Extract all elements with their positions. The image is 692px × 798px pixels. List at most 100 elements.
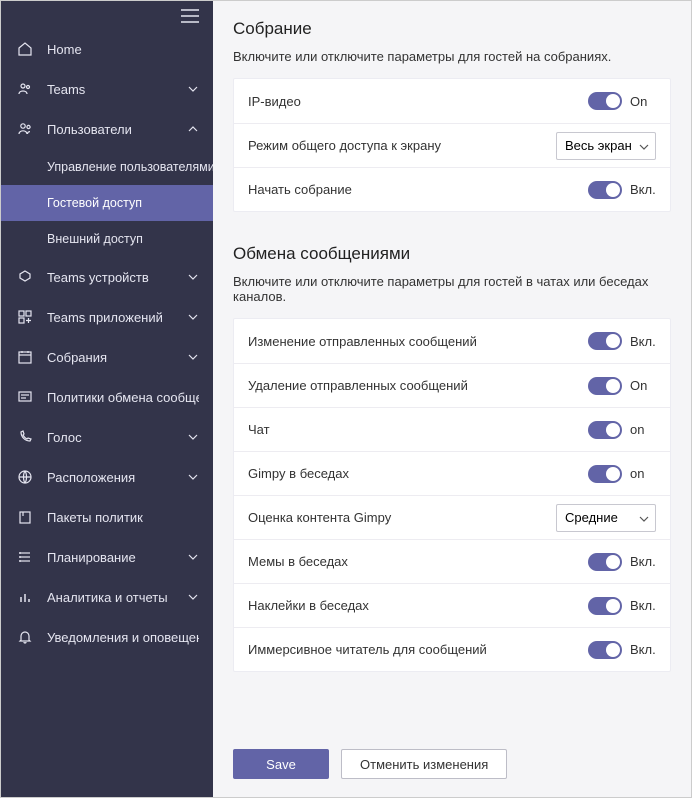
sidebar-sub-guest-access[interactable]: Гостевой доступ <box>1 185 213 221</box>
toggle-knob <box>606 423 620 437</box>
sidebar-item-label: Политики обмена сообщениями <box>47 390 199 405</box>
sidebar-sub-label: Гостевой доступ <box>47 196 142 210</box>
sidebar-item-locations[interactable]: Расположения <box>1 457 213 497</box>
toggle-memes[interactable]: Вкл. <box>588 553 656 571</box>
chevron-down-icon <box>187 594 199 600</box>
toggle-track <box>588 465 622 483</box>
chevron-down-icon <box>187 434 199 440</box>
row-gimpy-rating: Оценка контента Gimpy Средние <box>234 495 670 539</box>
users-icon <box>17 121 39 137</box>
sidebar-item-devices[interactable]: Teams устройств <box>1 257 213 297</box>
toggle-chat[interactable]: on <box>588 421 656 439</box>
section-title-meeting: Собрание <box>233 19 671 39</box>
chevron-down-icon <box>187 86 199 92</box>
toggle-gimpy[interactable]: on <box>588 465 656 483</box>
sidebar-item-apps[interactable]: Teams приложений <box>1 297 213 337</box>
toggle-state: on <box>630 422 656 437</box>
sidebar-item-msg-policies[interactable]: Политики обмена сообщениями <box>1 377 213 417</box>
sidebar-item-label: Пользователи <box>47 122 187 137</box>
toggle-knob <box>606 555 620 569</box>
row-ip-video: IP-видео On <box>234 79 670 123</box>
meeting-settings-group: IP-видео On Режим общего доступа к экран… <box>233 78 671 212</box>
chevron-down-icon <box>187 474 199 480</box>
section-desc-messaging: Включите или отключите параметры для гос… <box>233 274 671 304</box>
toggle-state: On <box>630 378 656 393</box>
toggle-track <box>588 421 622 439</box>
footer: Save Отменить изменения <box>233 733 671 797</box>
save-button[interactable]: Save <box>233 749 329 779</box>
row-label: Изменение отправленных сообщений <box>248 334 477 349</box>
sidebar-item-label: Уведомления и оповещения <box>47 630 199 645</box>
chevron-down-icon <box>187 554 199 560</box>
row-label: IP-видео <box>248 94 301 109</box>
toggle-track <box>588 597 622 615</box>
row-edit-sent: Изменение отправленных сообщений Вкл. <box>234 319 670 363</box>
teams-icon <box>17 81 39 97</box>
sidebar-item-analytics[interactable]: Аналитика и отчеты <box>1 577 213 617</box>
toggle-state: Вкл. <box>630 554 656 569</box>
sidebar-item-voice[interactable]: Голос <box>1 417 213 457</box>
row-stickers: Наклейки в беседах Вкл. <box>234 583 670 627</box>
row-label: Чат <box>248 422 270 437</box>
sidebar-item-teams[interactable]: Teams <box>1 69 213 109</box>
toggle-edit-sent[interactable]: Вкл. <box>588 332 656 350</box>
row-gimpy: Gimpy в беседах on <box>234 451 670 495</box>
toggle-track <box>588 181 622 199</box>
sidebar-item-home[interactable]: Home <box>1 29 213 69</box>
sidebar-item-policy-packs[interactable]: Пакеты политик <box>1 497 213 537</box>
analytics-icon <box>17 589 39 605</box>
sidebar-sub-external-access[interactable]: Внешний доступ <box>1 221 213 257</box>
select-gimpy-rating[interactable]: Средние <box>556 504 656 532</box>
row-delete-sent: Удаление отправленных сообщений On <box>234 363 670 407</box>
sidebar-item-label: Home <box>47 42 199 57</box>
sidebar-item-planning[interactable]: Планирование <box>1 537 213 577</box>
devices-icon <box>17 269 39 285</box>
hamburger-button[interactable] <box>181 1 213 29</box>
toggle-ip-video[interactable]: On <box>588 92 656 110</box>
sidebar-item-label: Teams приложений <box>47 310 187 325</box>
row-label: Иммерсивное читатель для сообщений <box>248 642 487 657</box>
chevron-up-icon <box>187 126 199 132</box>
toggle-start-meeting[interactable]: Вкл. <box>588 181 656 199</box>
toggle-track <box>588 332 622 350</box>
row-chat: Чат on <box>234 407 670 451</box>
sidebar: Home Teams Пользователи Управление польз… <box>1 1 213 797</box>
sidebar-item-notifications[interactable]: Уведомления и оповещения <box>1 617 213 657</box>
toggle-track <box>588 92 622 110</box>
globe-icon <box>17 469 39 485</box>
button-label: Save <box>266 757 296 772</box>
sidebar-item-label: Расположения <box>47 470 187 485</box>
toggle-knob <box>606 643 620 657</box>
select-screen-share[interactable]: Весь экран <box>556 132 656 160</box>
sidebar-sub-manage-users[interactable]: Управление пользователями <box>1 149 213 185</box>
toggle-state: Вкл. <box>630 642 656 657</box>
discard-button[interactable]: Отменить изменения <box>341 749 507 779</box>
sidebar-item-users[interactable]: Пользователи <box>1 109 213 149</box>
toggle-delete-sent[interactable]: On <box>588 377 656 395</box>
sidebar-item-label: Планирование <box>47 550 187 565</box>
row-label: Начать собрание <box>248 182 352 197</box>
sidebar-item-label: Голос <box>47 430 187 445</box>
toggle-track <box>588 553 622 571</box>
home-icon <box>17 41 39 57</box>
toggle-knob <box>606 334 620 348</box>
section-desc-meeting: Включите или отключите параметры для гос… <box>233 49 671 64</box>
toggle-stickers[interactable]: Вкл. <box>588 597 656 615</box>
toggle-state: on <box>630 466 656 481</box>
planning-icon <box>17 549 39 565</box>
sidebar-item-label: Teams <box>47 82 187 97</box>
select-value: Средние <box>565 510 618 525</box>
messaging-settings-group: Изменение отправленных сообщений Вкл. Уд… <box>233 318 671 672</box>
toggle-immersive[interactable]: Вкл. <box>588 641 656 659</box>
sidebar-item-label: Пакеты политик <box>47 510 199 525</box>
sidebar-sub-label: Внешний доступ <box>47 232 143 246</box>
apps-icon <box>17 309 39 325</box>
sidebar-item-meetings[interactable]: Собрания <box>1 337 213 377</box>
chevron-down-icon <box>187 314 199 320</box>
toggle-knob <box>606 94 620 108</box>
toggle-knob <box>606 599 620 613</box>
chevron-down-icon <box>639 138 649 153</box>
toggle-state: Вкл. <box>630 598 656 613</box>
section-title-messaging: Обмена сообщениями <box>233 244 671 264</box>
toggle-track <box>588 641 622 659</box>
